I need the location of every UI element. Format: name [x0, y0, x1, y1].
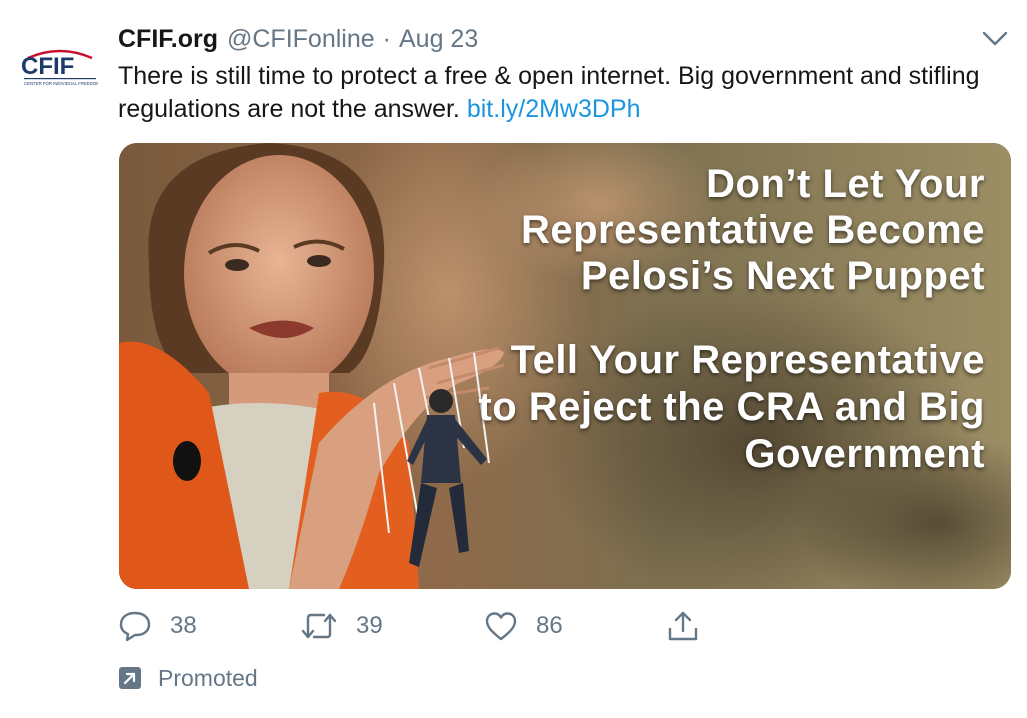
retweet-icon: [301, 613, 337, 639]
promoted-icon: [119, 667, 141, 689]
svg-text:CFIF: CFIF: [21, 53, 74, 80]
media-headline: Don’t Let Your Representative Become Pel…: [521, 161, 985, 299]
cta-line: Government: [744, 432, 985, 476]
separator-dot: ·: [382, 24, 391, 53]
avatar[interactable]: CFIF CENTER FOR INDIVIDUAL FREEDOM: [18, 24, 102, 108]
headline-line: Representative Become: [520, 208, 985, 252]
svg-text:CENTER FOR INDIVIDUAL FREEDOM: CENTER FOR INDIVIDUAL FREEDOM: [24, 81, 100, 86]
tweet-text: There is still time to protect a free & …: [118, 60, 998, 126]
chevron-down-icon[interactable]: [980, 26, 1010, 50]
tweet-link[interactable]: bit.ly/2Mw3DPh: [467, 95, 641, 123]
promoted-indicator: Promoted: [118, 662, 258, 694]
retweet-count: 39: [356, 612, 383, 639]
tweet-media[interactable]: Don’t Let Your Representative Become Pel…: [119, 143, 1011, 589]
display-name[interactable]: CFIF.org: [118, 25, 218, 54]
media-cta: Tell Your Representative to Reject the C…: [478, 337, 985, 478]
headline-line: Don’t Let Your: [706, 162, 985, 206]
cfif-logo: CFIF CENTER FOR INDIVIDUAL FREEDOM: [21, 49, 100, 86]
like-button[interactable]: 86: [484, 604, 563, 648]
retweet-button[interactable]: 39: [300, 604, 383, 648]
cta-line: Tell Your Representative: [510, 338, 985, 382]
handle[interactable]: @CFIFonline: [227, 25, 375, 54]
promoted-label: Promoted: [158, 664, 258, 691]
like-count: 86: [536, 612, 563, 639]
headline-line: Pelosi’s Next Puppet: [580, 254, 985, 298]
share-button[interactable]: [666, 604, 700, 648]
reply-icon: [119, 611, 151, 642]
share-icon: [668, 611, 698, 641]
tweet-actions: 38 39 86: [118, 604, 718, 648]
reply-button[interactable]: 38: [118, 604, 197, 648]
tweet-date[interactable]: Aug 23: [399, 25, 478, 54]
cta-line: to Reject the CRA and Big: [478, 385, 985, 429]
tweet-header: CFIF.org @CFIFonline · Aug 23: [118, 22, 478, 56]
reply-count: 38: [170, 612, 197, 639]
like-icon: [485, 612, 517, 641]
